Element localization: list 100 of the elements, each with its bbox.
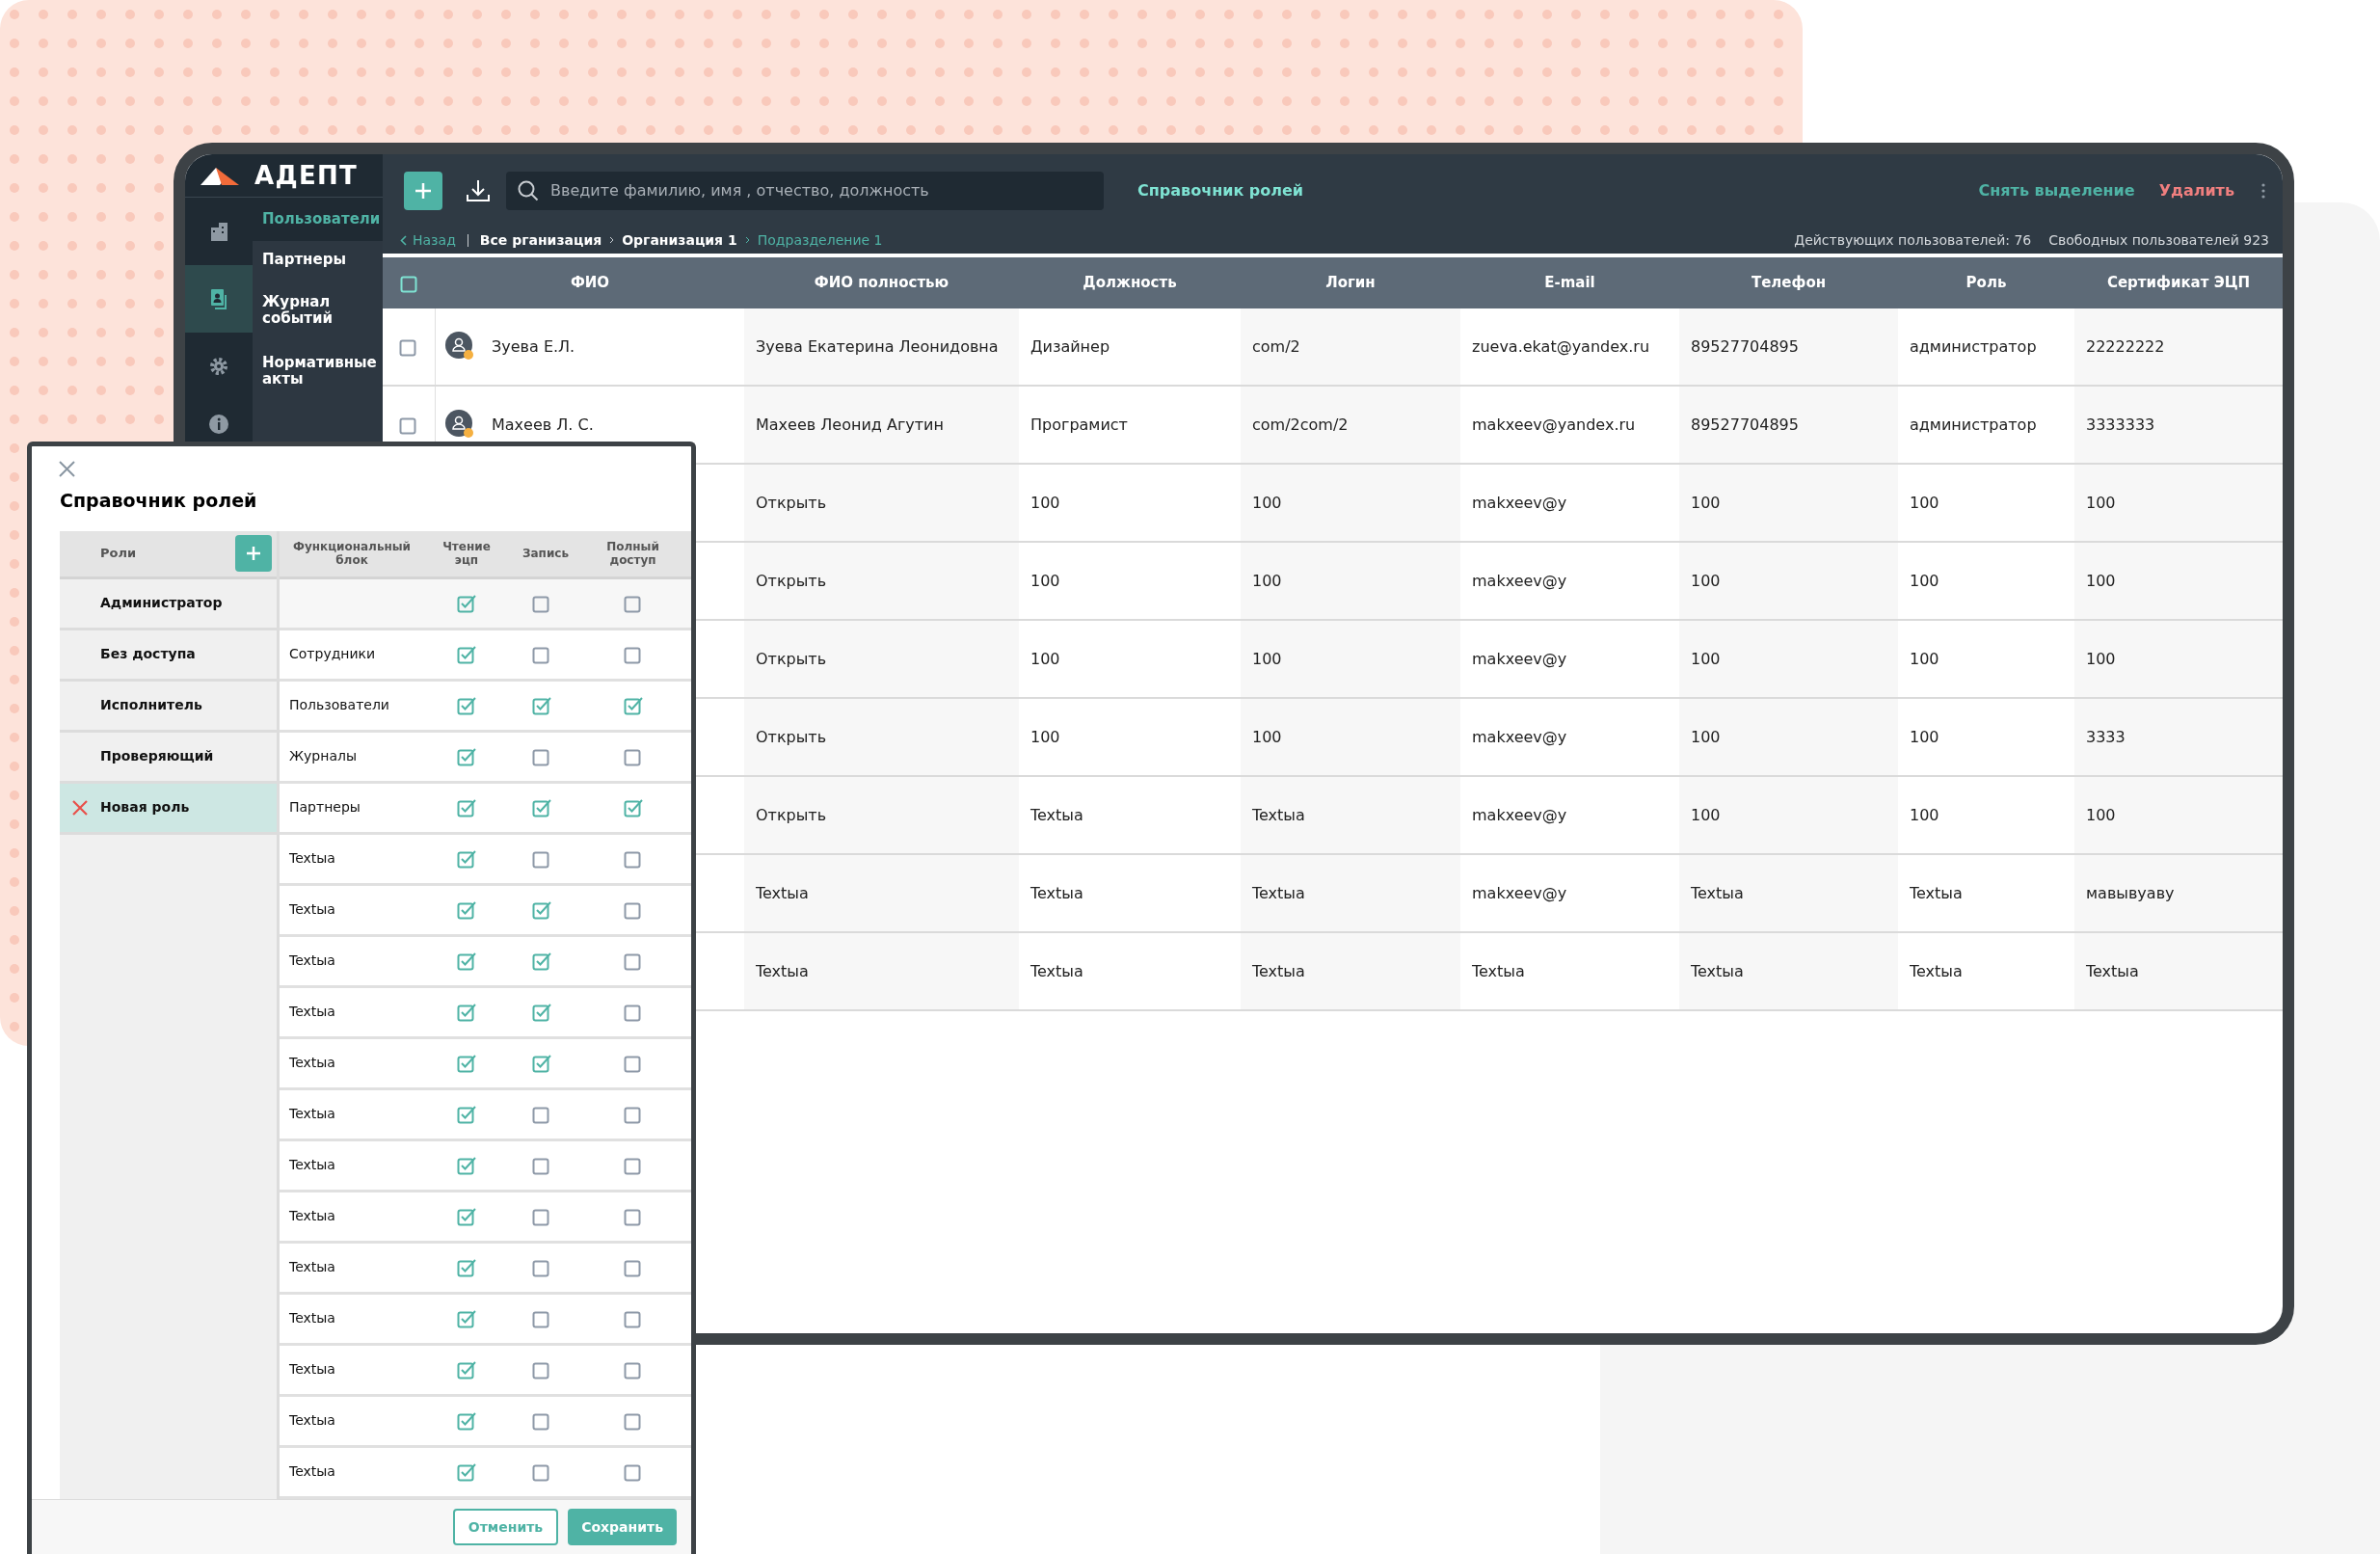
table-cell: Открыть [744, 465, 1019, 541]
table-cell: 100 [1679, 621, 1898, 697]
table-cell-text: makxeev@y [1471, 492, 1568, 514]
function-block-label: Пользователи [289, 697, 389, 712]
table-cell: Открыть [744, 699, 1019, 775]
table-cell-text: 100 [1030, 570, 1061, 592]
table-cell-text: 100 [1909, 648, 1940, 670]
table-cell: 100 [1679, 699, 1898, 775]
table-cell: 3333333 [2074, 387, 2283, 463]
table-cell: 100 [1241, 543, 1460, 619]
table-cell-text: Дизайнер [1030, 335, 1111, 358]
function-block-label: Textыa [289, 1463, 335, 1479]
column-header: Должность [1082, 273, 1178, 294]
dialog-title: Справочник ролей [59, 489, 258, 513]
user-name: Махеев Л. С. [492, 414, 594, 436]
table-cell-text: makxeev@y [1471, 648, 1568, 670]
table-cell: Открыть [744, 621, 1019, 697]
role-item[interactable]: Новая роль [60, 783, 277, 835]
table-cell: 3333 [2074, 699, 2283, 775]
search-field[interactable]: Введите фамилию, имя , отчество, должность [506, 171, 1104, 210]
column-header: Телефон [1750, 273, 1828, 294]
sidebar-item[interactable]: Партнеры [253, 241, 383, 278]
table-cell-text: makxeev@yandex.ru [1471, 414, 1637, 436]
table-cell: com/2 [1241, 308, 1460, 385]
function-block-label: Сотрудники [289, 646, 376, 661]
function-block-label: Textыa [289, 1259, 335, 1274]
table-cell: 89527704895 [1679, 387, 1898, 463]
column-header: ФИО [569, 273, 611, 294]
table-cell: 89527704895 [1679, 308, 1898, 385]
table-cell-text: Textыa [1030, 882, 1084, 904]
sidebar-item[interactable]: Журнал событий [253, 278, 383, 342]
table-cell-text: 100 [1909, 804, 1940, 826]
table-cell: 100 [2074, 543, 2283, 619]
table-cell: 100 [2074, 465, 2283, 541]
function-block-label: Textыa [289, 1412, 335, 1428]
column-header: Чтение эцп [441, 540, 492, 567]
table-cell-text: Textыa [1909, 960, 1964, 982]
table-cell: 100 [1679, 777, 1898, 853]
table-cell-text: makxeev@y [1471, 726, 1568, 748]
function-block-label: Textыa [289, 1157, 335, 1172]
column-header: E-mail [1543, 273, 1596, 294]
table-cell: 100 [1241, 465, 1460, 541]
table-cell: 100 [1679, 465, 1898, 541]
user-count: Свободных пользователей 923 [2048, 230, 2269, 250]
sidebar-item[interactable]: Нормативные акты [253, 342, 383, 400]
table-cell-text: 100 [1909, 492, 1940, 514]
table-cell-text: 100 [1909, 726, 1940, 748]
breadcrumb-link[interactable]: Все рганизация [479, 229, 602, 251]
table-cell-text: 100 [1030, 648, 1061, 670]
back-link[interactable]: Назад [400, 229, 456, 251]
function-block-label: Textыa [289, 1106, 335, 1121]
function-block-label: Партнеры [289, 799, 361, 815]
table-cell-text: Textыa [1030, 804, 1084, 826]
table-cell: Textыa [1241, 933, 1460, 1009]
function-block-label: Textыa [289, 1208, 335, 1223]
function-block-label: Textыa [289, 1310, 335, 1326]
table-cell-text: makxeev@y [1471, 882, 1568, 904]
table-cell: 100 [2074, 777, 2283, 853]
table-cell: Textыa [2074, 933, 2283, 1009]
sidebar-item[interactable]: Пользователи [253, 198, 383, 241]
column-header: Роль [1965, 273, 2008, 294]
column-header: Роли [100, 545, 138, 563]
delete-button[interactable]: Удалить [2158, 178, 2234, 202]
function-block-label: Textыa [289, 952, 335, 968]
table-cell-text: 100 [1030, 492, 1061, 514]
column-header: ФИО полностью [813, 273, 950, 294]
table-cell: 22222222 [2074, 308, 2283, 385]
table-cell: 100 [1241, 621, 1460, 697]
table-cell-text: 100 [1909, 570, 1940, 592]
table-cell: com/2com/2 [1241, 387, 1460, 463]
table-cell: Textыa [1241, 777, 1460, 853]
user-count: Действующих пользователей: 76 [1794, 230, 2032, 250]
roles-link[interactable]: Справочник ролей [1137, 178, 1304, 202]
table-cell-text: Textыa [1030, 960, 1084, 982]
table-cell-text: makxeev@y [1471, 804, 1568, 826]
role-item[interactable]: Администратор [60, 578, 277, 630]
table-cell: мавывуаву [2074, 855, 2283, 931]
table-cell-text: Textыa [1471, 960, 1526, 982]
table-cell: Зуева Екатерина Леонидовна [744, 308, 1019, 385]
breadcrumb-link[interactable]: Организация 1 [622, 229, 737, 251]
breadcrumb-link[interactable]: Подразделение 1 [757, 229, 883, 251]
table-cell: Textыa [1679, 933, 1898, 1009]
function-block-label: Textыa [289, 850, 335, 866]
table-cell: Textыa [1679, 855, 1898, 931]
table-cell: Открыть [744, 543, 1019, 619]
table-cell: 100 [1241, 699, 1460, 775]
role-item[interactable]: Без доступа [60, 630, 277, 682]
table-cell-text: администратор [1909, 414, 2038, 436]
column-header: Функциональный блок [292, 540, 413, 567]
role-item[interactable]: Исполнитель [60, 681, 277, 733]
table-cell: 100 [1679, 543, 1898, 619]
table-cell-text: makxeev@y [1471, 570, 1568, 592]
table-cell-text: Програмист [1030, 414, 1129, 436]
table-cell-text: 100 [1030, 726, 1061, 748]
column-header: Полный доступ [605, 540, 660, 567]
deselect-button[interactable]: Снять выделение [1978, 178, 2135, 202]
logo-text: АДЕПТ [254, 159, 359, 192]
table-cell: Textыa [744, 855, 1019, 931]
user-name: Зуева Е.Л. [492, 335, 575, 358]
table-cell-text: zueva.ekat@yandex.ru [1471, 335, 1651, 358]
